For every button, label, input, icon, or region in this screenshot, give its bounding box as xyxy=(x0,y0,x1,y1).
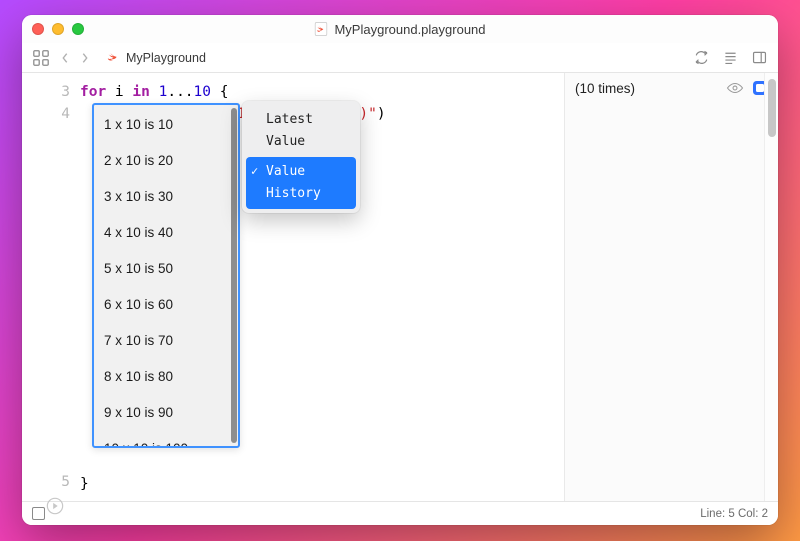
history-item[interactable]: 7 x 10 is 70 xyxy=(94,323,232,359)
swift-icon xyxy=(106,50,121,65)
minimize-window-button[interactable] xyxy=(52,23,64,35)
line-number: 3 xyxy=(22,81,70,103)
breadcrumb-label: MyPlayground xyxy=(126,51,206,65)
history-item[interactable]: 1 x 10 is 10 xyxy=(94,107,232,143)
lines-icon[interactable] xyxy=(722,49,739,66)
editor-area: 3 4 5 for i in 1...10 { print("\(i) x 10… xyxy=(22,73,778,501)
line-gutter: 3 4 5 xyxy=(22,73,78,501)
related-items-icon[interactable] xyxy=(32,49,50,67)
menu-value-history[interactable]: Value History xyxy=(246,157,356,209)
cursor-position: Line: 5 Col: 2 xyxy=(700,508,768,520)
breadcrumb[interactable]: MyPlayground xyxy=(106,50,206,65)
menu-latest-value[interactable]: Latest Value xyxy=(246,105,356,157)
value-history-popup[interactable]: 1 x 10 is 10 2 x 10 is 20 3 x 10 is 30 4… xyxy=(92,103,240,448)
window-title: MyPlayground.playground xyxy=(314,22,485,37)
result-row[interactable]: (10 times) xyxy=(565,73,778,95)
quicklook-icon[interactable] xyxy=(726,82,744,94)
code-content[interactable]: for i in 1...10 { print("\(i) x 10 is \(… xyxy=(78,73,564,501)
nav-back-button[interactable] xyxy=(60,52,70,64)
results-sidebar: (10 times) xyxy=(564,73,778,501)
status-bar: Line: 5 Col: 2 xyxy=(22,501,778,525)
sidebar-scroll-thumb[interactable] xyxy=(768,79,776,137)
titlebar: MyPlayground.playground xyxy=(22,15,778,43)
history-item[interactable]: 3 x 10 is 30 xyxy=(94,179,232,215)
history-item[interactable]: 6 x 10 is 60 xyxy=(94,287,232,323)
zoom-window-button[interactable] xyxy=(72,23,84,35)
line-number: 5 xyxy=(22,471,70,493)
toolbar: MyPlayground xyxy=(22,43,778,73)
swift-file-icon xyxy=(314,22,328,36)
history-item[interactable]: 10 x 10 is 100 xyxy=(94,431,232,446)
app-window: MyPlayground.playground MyPlayground 3 4… xyxy=(22,15,778,525)
line-number: 4 xyxy=(22,103,70,125)
result-text: (10 times) xyxy=(575,81,635,96)
popup-scrollbar[interactable] xyxy=(231,108,237,443)
history-item[interactable]: 2 x 10 is 20 xyxy=(94,143,232,179)
history-item[interactable]: 5 x 10 is 50 xyxy=(94,251,232,287)
panels-icon[interactable] xyxy=(751,49,768,66)
sidebar-scroll-track[interactable] xyxy=(764,73,778,501)
refresh-icon[interactable] xyxy=(693,49,710,66)
nav-forward-button[interactable] xyxy=(80,52,90,64)
close-window-button[interactable] xyxy=(32,23,44,35)
context-menu: Latest Value Value History xyxy=(242,101,360,213)
history-item[interactable]: 9 x 10 is 90 xyxy=(94,395,232,431)
history-item[interactable]: 4 x 10 is 40 xyxy=(94,215,232,251)
code-editor[interactable]: 3 4 5 for i in 1...10 { print("\(i) x 10… xyxy=(22,73,564,501)
history-item[interactable]: 8 x 10 is 80 xyxy=(94,359,232,395)
run-to-line-icon[interactable] xyxy=(22,497,70,515)
window-title-text: MyPlayground.playground xyxy=(334,22,485,37)
window-controls xyxy=(32,23,84,35)
